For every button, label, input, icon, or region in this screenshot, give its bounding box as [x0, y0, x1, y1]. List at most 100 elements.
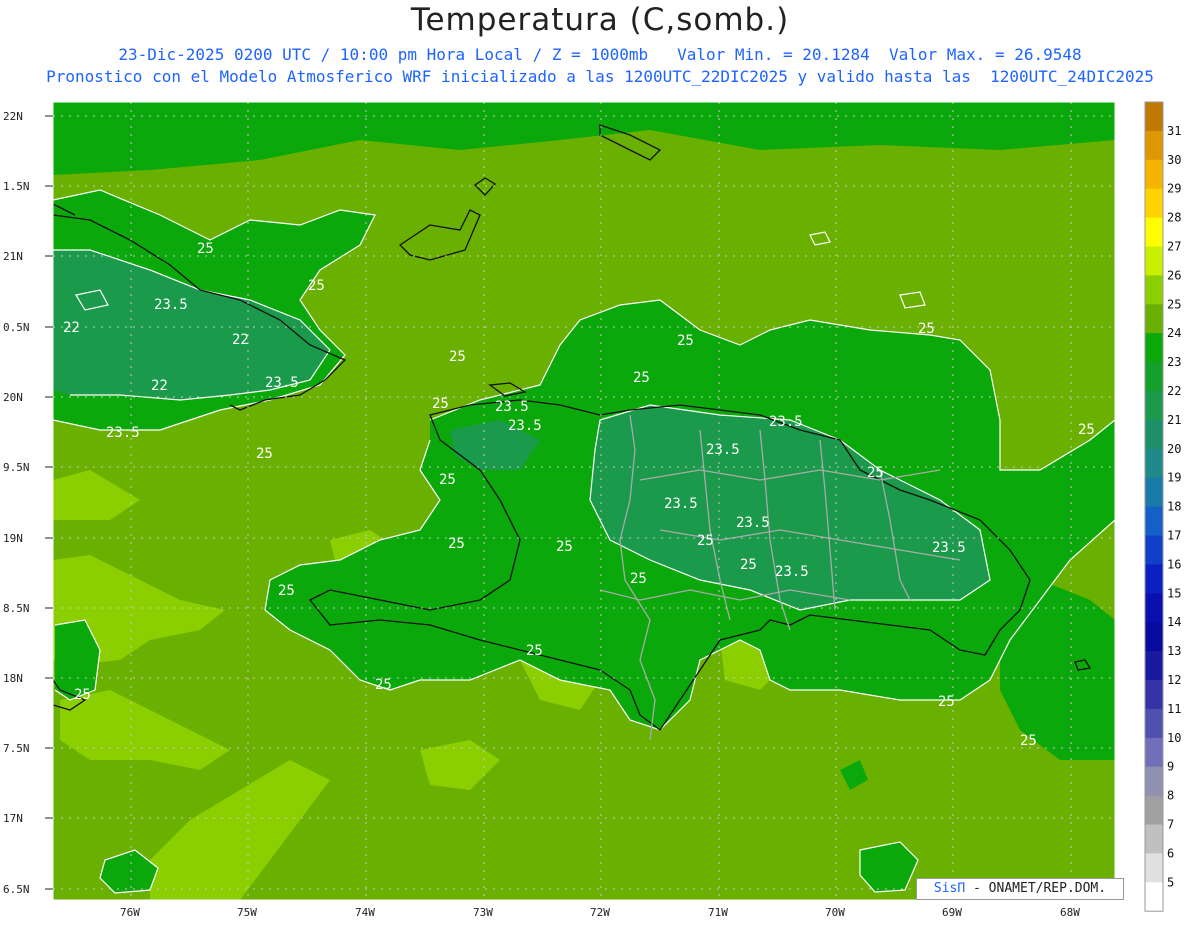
colorbar-label: 17	[1167, 529, 1181, 543]
contour-label: 25	[526, 643, 543, 659]
contour-label: 25	[630, 571, 647, 587]
contour-label: 25	[278, 583, 295, 599]
colorbar-swatch	[1145, 651, 1163, 681]
colorbar-label: 10	[1167, 731, 1181, 745]
contour-label: 23.5	[736, 515, 770, 531]
colorbar-swatch	[1145, 333, 1163, 363]
lat-label: 20N	[3, 391, 23, 404]
colorbar-swatch	[1145, 593, 1163, 623]
colorbar-label: 15	[1167, 586, 1181, 600]
contour-label: 25	[867, 465, 884, 481]
lon-label: 68W	[1060, 906, 1080, 919]
colorbar-label: 22	[1167, 384, 1181, 398]
contour-label: 25	[197, 241, 214, 257]
contour-label: 22	[232, 332, 249, 348]
latitude-ticks	[45, 115, 53, 890]
lat-label: 18N	[3, 672, 23, 685]
contour-label: 25	[308, 278, 325, 294]
contour-label: 25	[375, 677, 392, 693]
contour-label: 25	[740, 557, 757, 573]
colorbar-label: 8	[1167, 789, 1174, 803]
contour-label: 25	[556, 539, 573, 555]
lon-label: 69W	[942, 906, 962, 919]
contour-label: 23.5	[775, 564, 809, 580]
lon-label: 76W	[120, 906, 140, 919]
colorbar-label: 29	[1167, 182, 1181, 196]
contour-label: 25	[677, 333, 694, 349]
lon-label: 70W	[825, 906, 845, 919]
lat-label: 1.5N	[3, 180, 30, 193]
contour-label: 22	[63, 320, 80, 336]
contour-label: 23.5	[265, 375, 299, 391]
contour-label: 25	[449, 349, 466, 365]
colorbar-swatch	[1145, 564, 1163, 594]
contour-label: 25	[633, 370, 650, 386]
lon-label: 71W	[708, 906, 728, 919]
colorbar-swatch	[1145, 159, 1163, 190]
colorbar-label: 11	[1167, 702, 1181, 716]
sispi-logo-text: SisΠ	[933, 881, 966, 896]
contour-label: 25	[938, 694, 955, 710]
contour-label: 25	[439, 472, 456, 488]
colorbar-swatch	[1145, 882, 1163, 912]
colorbar-swatch	[1145, 795, 1163, 825]
colorbar-swatch	[1145, 737, 1163, 768]
colorbar-swatch	[1145, 130, 1163, 161]
colorbar-swatch	[1145, 506, 1163, 536]
colorbar-swatch	[1145, 391, 1163, 421]
colorbar-label: 21	[1167, 413, 1181, 427]
lon-label: 74W	[355, 906, 375, 919]
contour-label: 23.5	[664, 496, 698, 512]
latitude-axis: 22N 1.5N 21N 0.5N 20N 9.5N 19N 8.5N 18N …	[3, 110, 30, 896]
colorbar-label: 9	[1167, 760, 1174, 774]
colorbar-swatch	[1145, 477, 1163, 508]
contour-label: 22	[151, 378, 168, 394]
colorbar-label: 23	[1167, 355, 1181, 369]
colorbar-label: 13	[1167, 644, 1181, 658]
colorbar-label: 28	[1167, 211, 1181, 225]
colorbar-swatch	[1145, 680, 1163, 710]
colorbar-swatch	[1145, 102, 1163, 132]
contour-label: 23.5	[508, 418, 542, 434]
colorbar-swatch	[1145, 246, 1163, 276]
colorbar-swatch	[1145, 622, 1163, 652]
colorbar-swatch	[1145, 275, 1163, 305]
contour-label: 25	[432, 396, 449, 412]
contour-label: 23.5	[769, 414, 803, 430]
colorbar-label: 27	[1167, 240, 1181, 254]
colorbar-label: 7	[1167, 818, 1174, 832]
lat-label: 9.5N	[3, 461, 30, 474]
contour-label: 25	[918, 321, 935, 337]
temperature-map: 25 25 23.5 22 22 22 23.5 23.5 25 25 25 2…	[3, 101, 1181, 919]
credit-text: - ONAMET/REP.DOM.	[965, 881, 1107, 896]
colorbar-label: 12	[1167, 673, 1181, 687]
credit-box: SisΠ - ONAMET/REP.DOM.	[916, 878, 1124, 900]
lat-label: 8.5N	[3, 602, 30, 615]
colorbar-swatch	[1145, 188, 1163, 219]
colorbar-swatch	[1145, 853, 1163, 883]
contour-label: 23.5	[495, 399, 529, 415]
lat-label: 22N	[3, 110, 23, 123]
colorbar-swatch	[1145, 448, 1163, 479]
lat-label: 0.5N	[3, 321, 30, 334]
colorbar-swatch	[1145, 824, 1163, 854]
lat-label: 7.5N	[3, 742, 30, 755]
colorbar: 31 30 29 28 27 26 25 24 23 22 21 20 19 18 17 16 15 14 13 12…	[1144, 101, 1181, 912]
contour-label: 25	[1078, 422, 1095, 438]
colorbar-swatch	[1145, 362, 1163, 392]
lat-label: 21N	[3, 250, 23, 263]
colorbar-label: 18	[1167, 500, 1181, 514]
colorbar-label: 30	[1167, 153, 1181, 167]
contour-label: 23.5	[706, 442, 740, 458]
lat-label: 17N	[3, 812, 23, 825]
colorbar-label: 19	[1167, 471, 1181, 485]
colorbar-swatch	[1145, 304, 1163, 334]
contour-label: 25	[256, 446, 273, 462]
colorbar-swatch	[1145, 535, 1163, 565]
contour-label: 23.5	[154, 297, 188, 313]
contour-label: 25	[448, 536, 465, 552]
contour-label: 23.5	[932, 540, 966, 556]
lat-label: 6.5N	[3, 883, 30, 896]
colorbar-label: 20	[1167, 442, 1181, 456]
contour-label: 25	[1020, 733, 1037, 749]
